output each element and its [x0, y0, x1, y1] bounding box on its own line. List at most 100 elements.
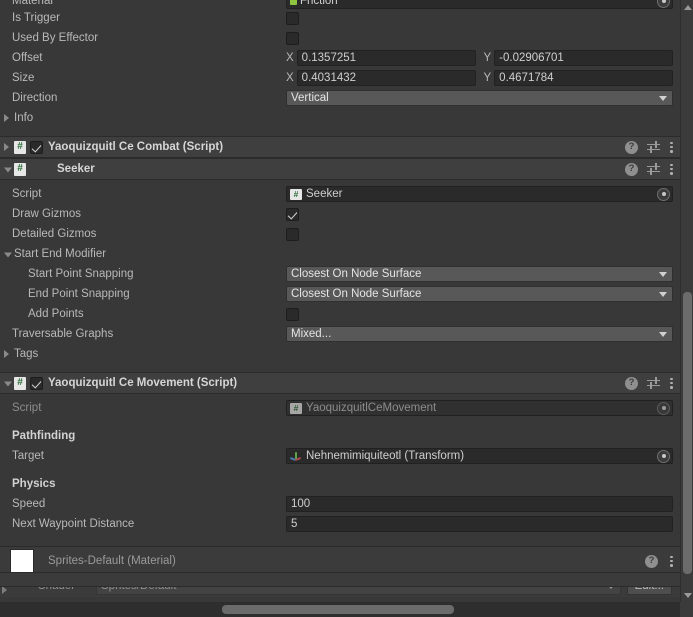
label-next-waypoint-distance: Next Waypoint Distance: [12, 518, 135, 530]
property-row-offset: Offset X 0.1357251 Y -0.02906701: [0, 48, 680, 68]
dropdown-end-point-snapping-value: Closest On Node Surface: [291, 288, 422, 300]
input-offset-y[interactable]: -0.02906701: [494, 50, 673, 66]
label-direction: Direction: [12, 92, 58, 104]
foldout-arrow-material-icon[interactable]: [2, 586, 7, 594]
horizontal-scrollbar[interactable]: [0, 602, 693, 617]
movement-properties: Script # YaoquizquitlCeMovement Pathfind…: [0, 394, 680, 546]
checkbox-add-points[interactable]: [286, 307, 299, 321]
checkbox-used-by-effector[interactable]: [286, 31, 299, 45]
component-header-combat[interactable]: # Yaoquizquitl Ce Combat (Script) ?: [0, 136, 680, 158]
dropdown-end-point-snapping[interactable]: Closest On Node Surface: [286, 286, 673, 302]
component-header-icons-movement: ?: [625, 373, 674, 393]
bottom-strip: [0, 573, 680, 586]
scroll-up-arrow-icon[interactable]: [681, 0, 693, 13]
checkbox-movement-enabled[interactable]: [30, 376, 43, 390]
material-header-icons: ?: [645, 547, 674, 575]
script-icon-seeker: #: [14, 162, 26, 176]
scrollbar-corner: [680, 602, 693, 617]
input-size-y[interactable]: 0.4671784: [494, 70, 673, 86]
vertical-scrollbar-thumb[interactable]: [683, 292, 692, 574]
material-header[interactable]: Sprites-Default (Material) ?: [0, 547, 680, 575]
label-speed: Speed: [12, 498, 46, 510]
vertical-scrollbar[interactable]: [680, 0, 693, 602]
label-offset: Offset: [12, 52, 43, 64]
input-speed[interactable]: 100: [286, 496, 673, 512]
property-row-tags[interactable]: Tags: [0, 344, 680, 364]
kebab-menu-icon[interactable]: [669, 377, 674, 390]
dropdown-direction[interactable]: Vertical: [286, 90, 673, 106]
object-picker-icon[interactable]: [657, 0, 670, 8]
script-icon: #: [290, 402, 302, 414]
help-icon[interactable]: ?: [625, 140, 638, 154]
chevron-down-icon: [659, 292, 667, 297]
checkbox-draw-gizmos[interactable]: [286, 207, 299, 221]
label-end-point-snapping: End Point Snapping: [28, 288, 130, 300]
help-icon[interactable]: ?: [645, 554, 658, 568]
object-field-target[interactable]: Nehnemimiquiteotl (Transform): [286, 448, 673, 464]
property-row-add-points: Add Points: [0, 304, 680, 324]
component-title-movement: Yaoquizquitl Ce Movement (Script): [48, 377, 238, 389]
property-row-movement-script: Script # YaoquizquitlCeMovement: [0, 398, 680, 418]
label-detailed-gizmos: Detailed Gizmos: [12, 228, 97, 240]
component-title-combat: Yaoquizquitl Ce Combat (Script): [48, 141, 224, 153]
checkbox-combat-enabled[interactable]: [30, 140, 43, 154]
label-movement-script: Script: [12, 402, 42, 414]
label-target: Target: [12, 450, 44, 462]
component-header-movement[interactable]: # Yaoquizquitl Ce Movement (Script) ?: [0, 372, 680, 394]
help-icon[interactable]: ?: [625, 162, 638, 176]
label-seeker-script: Script: [12, 188, 42, 200]
property-row-info[interactable]: Info: [0, 108, 680, 128]
chevron-down-icon: [659, 96, 667, 101]
input-offset-x[interactable]: 0.1357251: [296, 50, 476, 66]
material-swatch-icon: [290, 0, 297, 5]
script-icon-combat: #: [14, 140, 26, 154]
checkbox-is-trigger[interactable]: [286, 11, 299, 25]
material-preview-swatch: [10, 549, 34, 573]
label-add-points: Add Points: [28, 308, 84, 320]
dropdown-start-point-snapping-value: Closest On Node Surface: [291, 268, 422, 280]
object-field-movement-script-value: YaoquizquitlCeMovement: [306, 402, 437, 414]
input-next-waypoint-distance[interactable]: 5: [286, 516, 673, 532]
property-row-next-waypoint-distance: Next Waypoint Distance 5: [0, 514, 680, 534]
label-size: Size: [12, 72, 35, 84]
preset-icon[interactable]: [647, 163, 660, 176]
input-size-x[interactable]: 0.4031432: [296, 70, 476, 86]
horizontal-scrollbar-thumb[interactable]: [222, 605, 454, 614]
transform-icon: [289, 450, 303, 463]
component-header-seeker[interactable]: # Seeker ?: [0, 158, 680, 180]
property-row-end-point-snapping: End Point Snapping Closest On Node Surfa…: [0, 284, 680, 304]
kebab-menu-icon[interactable]: [669, 141, 674, 154]
help-icon[interactable]: ?: [625, 376, 638, 390]
property-row-start-end-modifier[interactable]: Start End Modifier: [0, 244, 680, 264]
component-header-icons-seeker: ?: [625, 159, 674, 179]
property-row-seeker-script: Script # Seeker: [0, 184, 680, 204]
property-row-detailed-gizmos: Detailed Gizmos: [0, 224, 680, 244]
property-row-direction: Direction Vertical: [0, 88, 680, 108]
dropdown-direction-value: Vertical: [291, 92, 329, 104]
chevron-down-icon: [659, 332, 667, 337]
scroll-down-arrow-icon[interactable]: [681, 589, 693, 602]
axis-label-size-x: X: [286, 72, 294, 84]
label-is-trigger: Is Trigger: [12, 12, 60, 24]
object-picker-icon[interactable]: [657, 449, 670, 463]
property-row-is-trigger: Is Trigger: [0, 8, 680, 28]
label-physics: Physics: [12, 478, 56, 490]
object-field-seeker-script[interactable]: # Seeker: [286, 186, 673, 202]
label-draw-gizmos: Draw Gizmos: [12, 208, 82, 220]
object-field-movement-script: # YaoquizquitlCeMovement: [286, 400, 673, 416]
dropdown-start-point-snapping[interactable]: Closest On Node Surface: [286, 266, 673, 282]
dropdown-traversable-graphs[interactable]: Mixed...: [286, 326, 673, 342]
label-info: Info: [14, 112, 34, 124]
kebab-menu-icon[interactable]: [669, 163, 674, 176]
label-traversable-graphs: Traversable Graphs: [12, 328, 114, 340]
property-row-size: Size X 0.4031432 Y 0.4671784: [0, 68, 680, 88]
script-icon: #: [290, 188, 302, 200]
property-row-material: Material Friction: [0, 0, 680, 9]
checkbox-detailed-gizmos[interactable]: [286, 227, 299, 241]
preset-icon[interactable]: [647, 377, 660, 390]
kebab-menu-icon[interactable]: [669, 555, 674, 568]
component-header-icons-combat: ?: [625, 137, 674, 157]
preset-icon[interactable]: [647, 141, 660, 154]
bottom-separators: [0, 572, 680, 587]
object-picker-icon[interactable]: [657, 187, 670, 201]
